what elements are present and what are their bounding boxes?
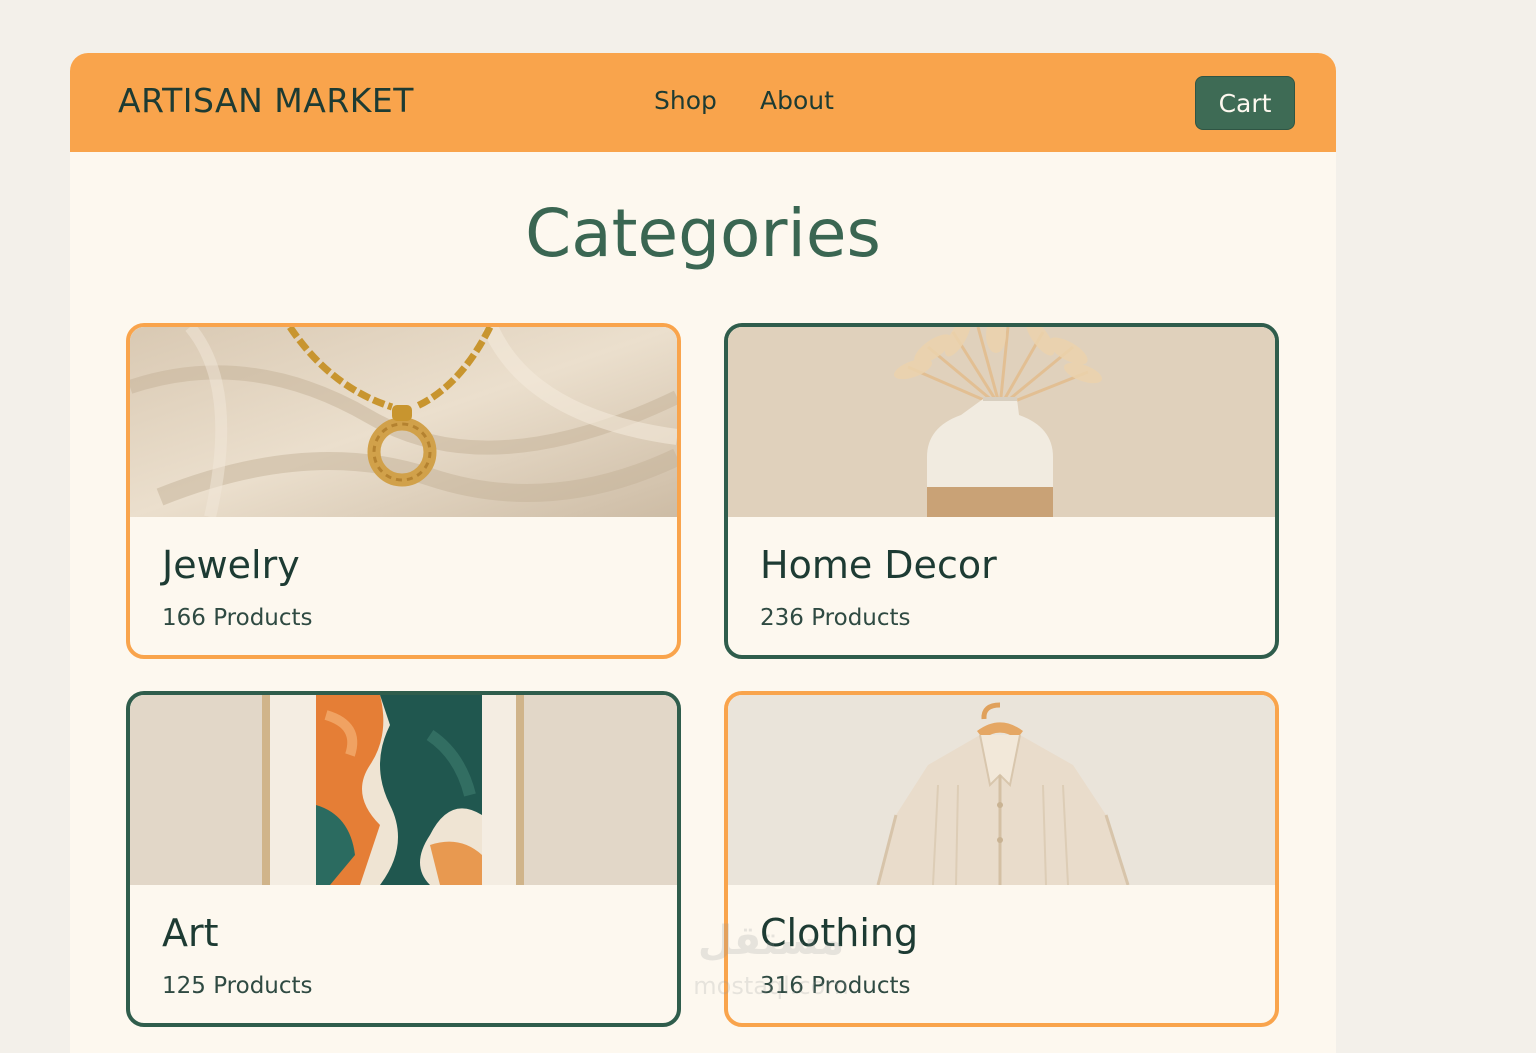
category-count: 125 Products — [162, 973, 313, 999]
category-card-jewelry[interactable]: Jewelry 166 Products — [126, 323, 681, 659]
home-decor-image — [728, 327, 1275, 517]
category-name: Clothing — [760, 911, 919, 955]
app-window: ARTISAN MARKET Shop About Cart Categorie… — [70, 53, 1336, 1053]
top-navbar: ARTISAN MARKET Shop About Cart — [70, 53, 1336, 152]
category-card-home-decor[interactable]: Home Decor 236 Products — [724, 323, 1279, 659]
jewelry-image — [130, 327, 677, 517]
category-card-clothing[interactable]: Clothing 316 Products — [724, 691, 1279, 1027]
category-name: Art — [162, 911, 219, 955]
category-name: Jewelry — [162, 543, 300, 587]
clothing-image — [728, 695, 1275, 885]
cart-button[interactable]: Cart — [1195, 76, 1295, 130]
nav-shop-link[interactable]: Shop — [654, 86, 717, 115]
brand-logo[interactable]: ARTISAN MARKET — [118, 81, 414, 120]
art-image — [130, 695, 677, 885]
category-count: 316 Products — [760, 973, 911, 999]
page-title: Categories — [525, 195, 881, 272]
category-count: 236 Products — [760, 605, 911, 631]
nav-about-link[interactable]: About — [760, 86, 834, 115]
category-card-art[interactable]: Art 125 Products — [126, 691, 681, 1027]
category-name: Home Decor — [760, 543, 997, 587]
category-count: 166 Products — [162, 605, 313, 631]
